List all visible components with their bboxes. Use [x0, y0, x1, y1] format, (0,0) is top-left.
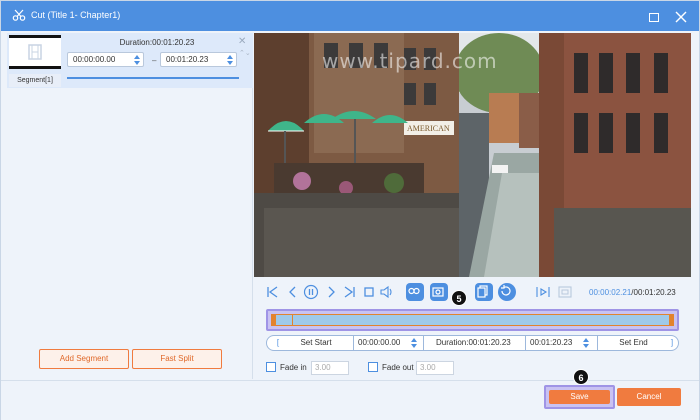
segment-start-input[interactable]: 00:00:00.00	[67, 52, 144, 67]
set-end-button[interactable]: Set End	[597, 336, 669, 350]
save-button[interactable]: Save	[549, 390, 610, 404]
skip-start-icon[interactable]	[265, 284, 281, 300]
timeline-track[interactable]	[271, 314, 674, 326]
trim-duration: Duration:00:01:20.23	[423, 336, 525, 350]
video-preview: AMERICAN www.tipard.com	[254, 33, 691, 277]
snapshot-icon[interactable]	[430, 283, 448, 301]
trim-controls: [ Set Start 00:00:00.00 Duration:00:01:2…	[266, 335, 679, 351]
fade-out-input[interactable]: 3.00	[416, 361, 454, 375]
cafe-sign: AMERICAN	[407, 124, 450, 133]
time-display: 00:00:02.21/00:01:20.23	[589, 288, 676, 297]
reorder-icon[interactable]: ⌃⌄	[239, 50, 251, 58]
total-time: /00:01:20.23	[631, 288, 676, 297]
maximize-icon[interactable]	[649, 13, 659, 22]
bracket-right-icon: ]	[670, 338, 674, 347]
fade-in-checkbox[interactable]	[266, 362, 276, 372]
prev-frame-icon[interactable]	[285, 284, 301, 300]
film-icon	[28, 44, 42, 60]
segment-label: Segment[1]	[9, 74, 61, 87]
start-handle[interactable]	[272, 315, 276, 325]
spinner-icon[interactable]	[134, 54, 140, 66]
time-separator: –	[152, 56, 157, 65]
fast-split-button[interactable]: Fast Split	[132, 349, 222, 369]
step-badge-5: 5	[451, 290, 467, 306]
save-highlight: Save	[544, 385, 615, 409]
preview-icon[interactable]	[557, 284, 573, 300]
end-handle[interactable]	[669, 315, 673, 325]
skip-end-icon[interactable]	[341, 284, 357, 300]
spinner-icon[interactable]	[411, 337, 417, 349]
segment-thumbnail	[9, 35, 61, 69]
stop-icon[interactable]	[361, 284, 377, 300]
title-bar: Cut (Title 1- Chapter1)	[1, 1, 699, 31]
segment-progress-line	[67, 77, 239, 79]
next-frame-icon[interactable]	[323, 284, 339, 300]
window-title: Cut (Title 1- Chapter1)	[31, 10, 121, 20]
segment-start-value: 00:00:00.00	[73, 55, 116, 64]
play-segment-icon[interactable]	[535, 284, 551, 300]
spinner-icon[interactable]	[583, 337, 589, 349]
fade-out-checkbox[interactable]	[368, 362, 378, 372]
timeline-highlight	[266, 309, 679, 331]
add-segment-button[interactable]: Add Segment	[39, 349, 129, 369]
fade-in-label: Fade in	[280, 363, 307, 372]
set-start-button[interactable]: Set Start	[281, 336, 351, 350]
step-badge-6: 6	[573, 369, 589, 385]
reset-icon[interactable]	[498, 283, 516, 301]
cut-window: Cut (Title 1- Chapter1) Segment[1] Durat…	[0, 0, 700, 420]
current-time: 00:00:02.21	[589, 288, 632, 297]
pause-icon[interactable]	[303, 284, 319, 300]
volume-icon[interactable]	[379, 284, 395, 300]
segment-card[interactable]: Segment[1] Duration:00:01:20.23 00:00:00…	[7, 33, 253, 88]
loop-icon[interactable]	[406, 283, 424, 301]
remove-segment-icon[interactable]: ✕	[238, 36, 246, 47]
close-icon[interactable]	[674, 10, 688, 24]
fade-out-label: Fade out	[382, 363, 414, 372]
copy-icon[interactable]	[475, 283, 493, 301]
cancel-button[interactable]: Cancel	[617, 388, 681, 406]
fade-in-input[interactable]: 3.00	[311, 361, 349, 375]
segment-end-input[interactable]: 00:01:20.23	[160, 52, 237, 67]
segment-end-value: 00:01:20.23	[166, 55, 209, 64]
scissors-icon	[12, 9, 26, 21]
watermark: www.tipard.com	[322, 49, 498, 73]
segment-panel: Segment[1] Duration:00:01:20.23 00:00:00…	[7, 33, 253, 379]
spinner-icon[interactable]	[227, 54, 233, 66]
playhead[interactable]	[292, 314, 293, 326]
segment-duration: Duration:00:01:20.23	[119, 38, 195, 47]
